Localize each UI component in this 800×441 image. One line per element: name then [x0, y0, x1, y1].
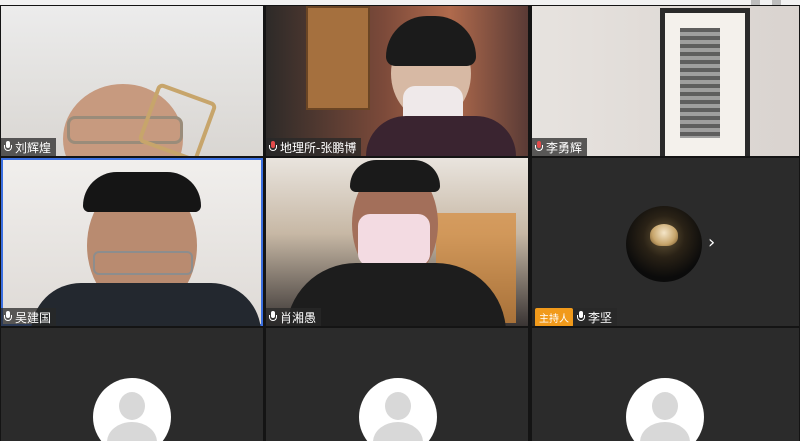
default-avatar-icon	[359, 378, 437, 441]
name-tag: 李勇辉	[532, 138, 588, 156]
video-tile-1[interactable]: 刘辉煌	[1, 6, 263, 156]
video-tile-5[interactable]: 肖湘愚	[266, 158, 528, 326]
glasses-shape	[93, 251, 193, 275]
name-tag: 吴建国	[1, 308, 57, 326]
participant-name: 李勇辉	[546, 140, 583, 155]
participant-name: 地理所-张鹏博	[280, 140, 357, 155]
video-tile-7[interactable]	[1, 328, 263, 441]
video-tile-9[interactable]	[532, 328, 799, 441]
jacket-shape	[31, 283, 261, 326]
hair-shape	[83, 172, 201, 212]
microphone-icon[interactable]	[269, 311, 277, 323]
fur-collar-shape	[366, 116, 516, 156]
video-tile-8[interactable]	[266, 328, 528, 441]
hair-shape	[350, 160, 440, 192]
chevron-right-icon[interactable]: ›	[708, 234, 715, 252]
microphone-icon[interactable]	[4, 141, 12, 153]
microphone-muted-icon[interactable]	[269, 141, 277, 153]
face-mask-shape	[358, 214, 430, 266]
microphone-icon[interactable]	[577, 311, 585, 323]
bookshelf-shape	[306, 6, 370, 110]
jellyfish-image	[650, 224, 678, 246]
video-grid: 刘辉煌 地理所-张鹏博 李勇辉 吴建国 肖湘愚 › 主持人 李坚	[0, 5, 800, 441]
microphone-muted-icon[interactable]	[535, 141, 543, 153]
video-tile-3[interactable]: 李勇辉	[532, 6, 799, 156]
participant-name: 李坚	[588, 310, 613, 325]
name-tag: 刘辉煌	[1, 138, 57, 156]
calligraphy-ink-shape	[680, 28, 720, 138]
participant-name: 刘辉煌	[15, 140, 52, 155]
hair-shape	[386, 16, 476, 66]
participant-avatar-photo	[626, 206, 702, 282]
name-tag: 主持人 李坚	[532, 307, 618, 326]
microphone-icon[interactable]	[4, 311, 12, 323]
name-tag: 地理所-张鹏博	[266, 138, 362, 156]
name-tag: 肖湘愚	[266, 308, 322, 326]
video-tile-6-host[interactable]: › 主持人 李坚	[532, 158, 799, 326]
default-avatar-icon	[93, 378, 171, 441]
participant-name: 吴建国	[15, 310, 52, 325]
video-tile-4-active-speaker[interactable]: 吴建国	[1, 158, 263, 326]
host-badge: 主持人	[535, 307, 573, 326]
video-tile-2[interactable]: 地理所-张鹏博	[266, 6, 528, 156]
default-avatar-icon	[626, 378, 704, 441]
participant-name: 肖湘愚	[280, 310, 317, 325]
